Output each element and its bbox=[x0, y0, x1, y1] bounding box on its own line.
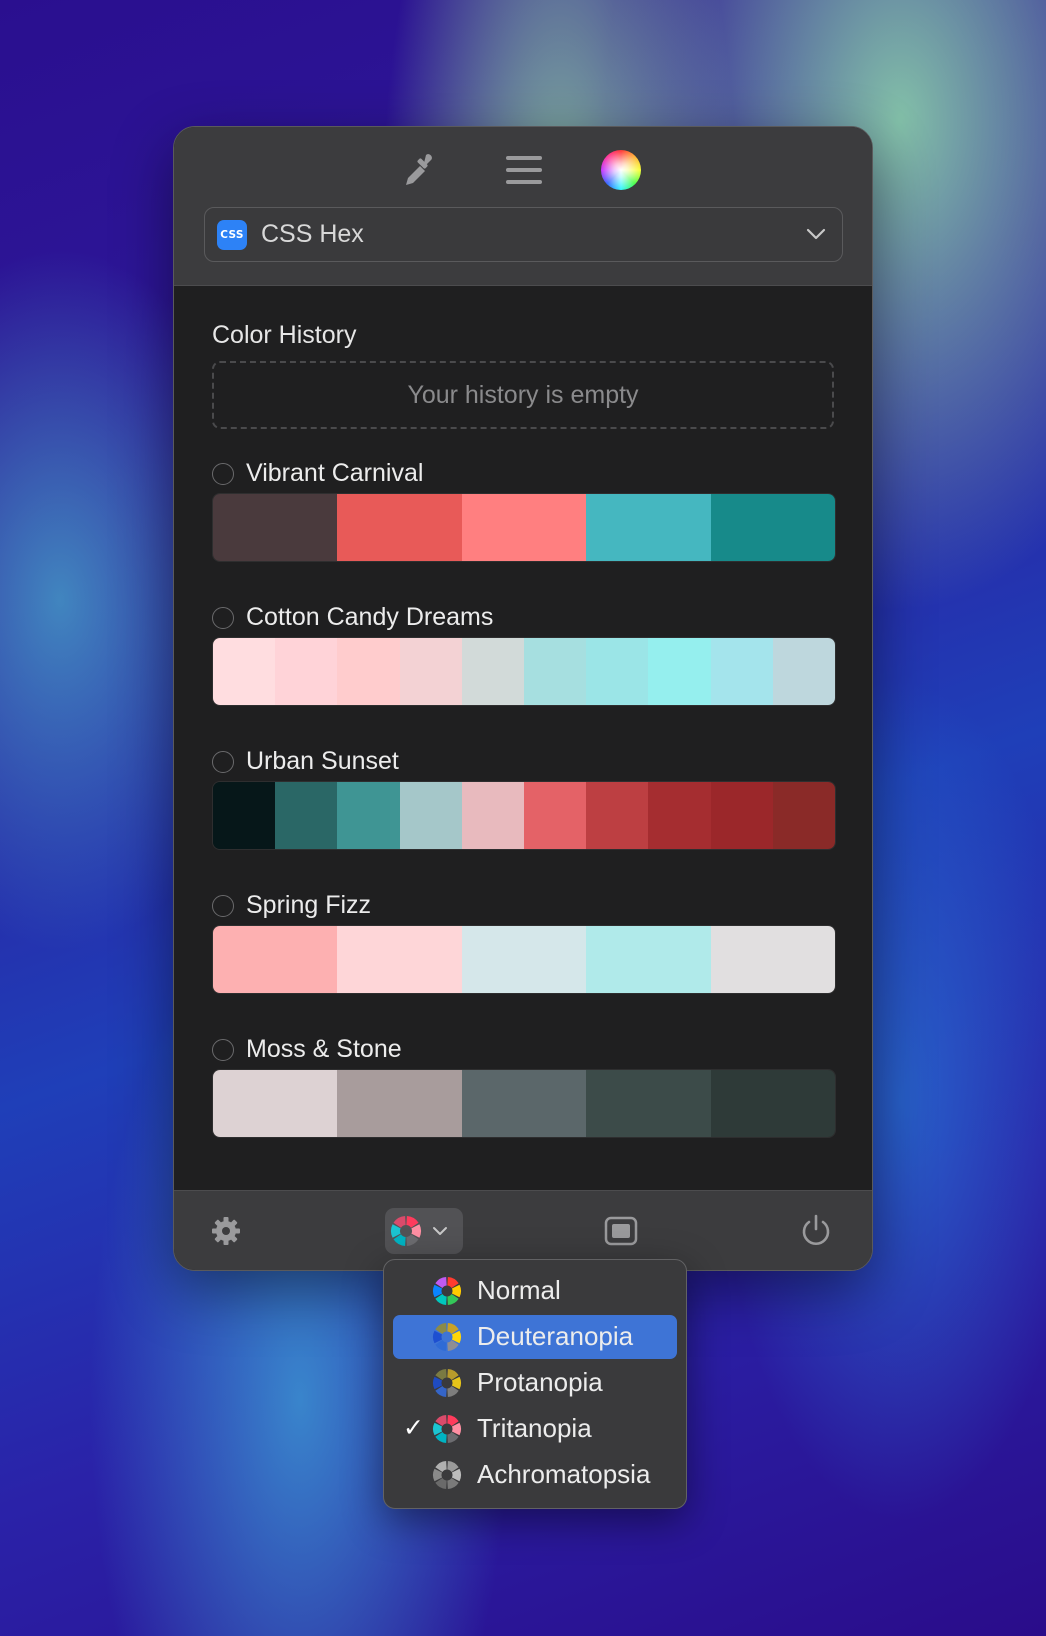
palette-swatches[interactable] bbox=[212, 1069, 836, 1138]
achromatopsia-wheel-icon bbox=[433, 1461, 461, 1489]
palette-name: Vibrant Carnival bbox=[246, 459, 424, 487]
color-swatch[interactable] bbox=[648, 782, 711, 849]
color-swatch[interactable] bbox=[337, 782, 400, 849]
color-swatch[interactable] bbox=[586, 782, 649, 849]
color-wheel-icon[interactable] bbox=[598, 147, 644, 193]
gear-icon[interactable] bbox=[206, 1211, 246, 1251]
power-icon[interactable] bbox=[794, 1209, 838, 1253]
color-swatch[interactable] bbox=[461, 926, 587, 993]
menu-item-achromatopsia[interactable]: Achromatopsia bbox=[393, 1453, 677, 1497]
palette-header[interactable]: Cotton Candy Dreams bbox=[212, 603, 493, 632]
color-swatch[interactable] bbox=[710, 782, 773, 849]
color-swatch[interactable] bbox=[337, 494, 462, 561]
palette-swatches[interactable] bbox=[212, 925, 836, 994]
chevron-down-icon bbox=[806, 228, 826, 240]
checkmark-icon: ✓ bbox=[403, 1414, 424, 1442]
menu-item-label: Tritanopia bbox=[477, 1413, 592, 1443]
palette-swatches[interactable] bbox=[212, 637, 836, 706]
color-swatch[interactable] bbox=[275, 638, 338, 705]
color-swatch[interactable] bbox=[772, 782, 835, 849]
color-swatch[interactable] bbox=[213, 494, 338, 561]
color-swatch[interactable] bbox=[213, 1070, 338, 1137]
color-swatch[interactable] bbox=[399, 638, 462, 705]
palette-header[interactable]: Vibrant Carnival bbox=[212, 459, 423, 488]
color-swatch[interactable] bbox=[399, 782, 462, 849]
window-icon[interactable] bbox=[601, 1211, 641, 1251]
palette-radio[interactable] bbox=[212, 606, 234, 629]
color-swatch[interactable] bbox=[524, 782, 587, 849]
palette-header[interactable]: Spring Fizz bbox=[212, 891, 371, 920]
menu-item-label: Normal bbox=[477, 1275, 561, 1305]
color-swatch[interactable] bbox=[461, 1070, 587, 1137]
color-swatch[interactable] bbox=[337, 926, 462, 993]
chevron-down-icon bbox=[433, 1227, 447, 1235]
color-swatch[interactable] bbox=[710, 638, 773, 705]
history-title: Color History bbox=[212, 321, 357, 349]
menu-item-protanopia[interactable]: Protanopia bbox=[393, 1361, 677, 1405]
menu-item-label: Deuteranopia bbox=[477, 1321, 634, 1351]
color-swatch[interactable] bbox=[586, 1070, 711, 1137]
color-swatch[interactable] bbox=[586, 926, 711, 993]
color-swatch[interactable] bbox=[337, 638, 400, 705]
palette-header[interactable]: Moss & Stone bbox=[212, 1035, 402, 1064]
palette-swatches[interactable] bbox=[212, 493, 836, 562]
vision-mode-menu: Normal Deuteranopia Protanopia ✓ Tritanopia A… bbox=[383, 1259, 687, 1509]
color-swatch[interactable] bbox=[524, 638, 587, 705]
palette-swatches[interactable] bbox=[212, 781, 836, 850]
color-swatch[interactable] bbox=[213, 782, 276, 849]
palette-radio[interactable] bbox=[212, 750, 234, 773]
format-select[interactable]: CSS CSS Hex bbox=[204, 207, 843, 262]
format-label: CSS Hex bbox=[261, 220, 364, 248]
color-swatch[interactable] bbox=[772, 638, 835, 705]
menu-item-label: Protanopia bbox=[477, 1367, 603, 1397]
vision-wheel-icon bbox=[391, 1216, 421, 1246]
palette-name: Urban Sunset bbox=[246, 747, 399, 775]
color-swatch[interactable] bbox=[461, 638, 525, 705]
bottom-bar bbox=[174, 1190, 872, 1270]
color-swatch[interactable] bbox=[586, 494, 711, 561]
palette-radio[interactable] bbox=[212, 894, 234, 917]
color-swatch[interactable] bbox=[213, 638, 276, 705]
css-icon: CSS bbox=[217, 219, 247, 250]
color-swatch[interactable] bbox=[337, 1070, 462, 1137]
palette-name: Cotton Candy Dreams bbox=[246, 603, 494, 631]
color-swatch[interactable] bbox=[461, 494, 587, 561]
palette-header[interactable]: Urban Sunset bbox=[212, 747, 399, 776]
menu-item-normal[interactable]: Normal bbox=[393, 1269, 677, 1313]
menu-item-label: Achromatopsia bbox=[477, 1459, 651, 1489]
normal-wheel-icon bbox=[433, 1277, 461, 1305]
palette-radio[interactable] bbox=[212, 462, 234, 485]
color-swatch[interactable] bbox=[275, 782, 338, 849]
hamburger-icon[interactable] bbox=[501, 147, 547, 193]
color-swatch[interactable] bbox=[710, 494, 835, 561]
menu-item-tritanopia[interactable]: ✓ Tritanopia bbox=[393, 1407, 677, 1451]
color-swatch[interactable] bbox=[710, 1070, 835, 1137]
color-swatch[interactable] bbox=[710, 926, 835, 993]
protanopia-wheel-icon bbox=[433, 1369, 461, 1397]
history-empty: Your history is empty bbox=[212, 361, 834, 429]
color-swatch[interactable] bbox=[213, 926, 338, 993]
color-swatch[interactable] bbox=[461, 782, 525, 849]
menu-item-deuteranopia[interactable]: Deuteranopia bbox=[393, 1315, 677, 1359]
palette-name: Moss & Stone bbox=[246, 1035, 402, 1063]
tritanopia-wheel-icon bbox=[433, 1415, 461, 1443]
vision-mode-button[interactable] bbox=[385, 1208, 463, 1254]
palette-name: Spring Fizz bbox=[246, 891, 372, 919]
color-swatch[interactable] bbox=[648, 638, 711, 705]
color-swatch[interactable] bbox=[586, 638, 649, 705]
palette-radio[interactable] bbox=[212, 1038, 234, 1061]
eyedropper-icon[interactable] bbox=[396, 147, 442, 193]
picker-panel: CSS CSS Hex Color History Your history i… bbox=[173, 126, 873, 1271]
deuteranopia-wheel-icon bbox=[433, 1323, 461, 1351]
top-bar: CSS CSS Hex bbox=[174, 127, 872, 286]
